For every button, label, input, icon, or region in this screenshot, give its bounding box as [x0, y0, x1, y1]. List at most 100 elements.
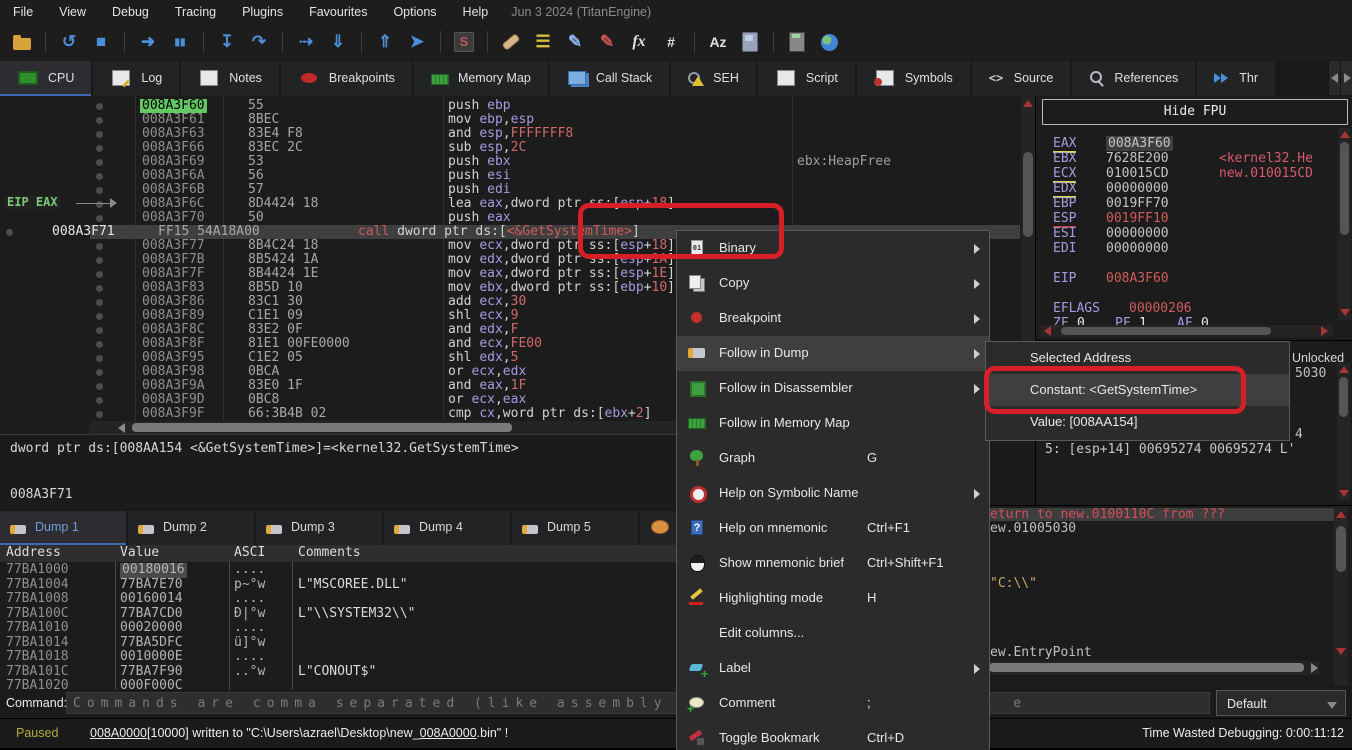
args-vscrollbar[interactable] [1337, 363, 1350, 501]
step-out-icon[interactable]: ⇑ [373, 30, 397, 54]
favourites-icon[interactable]: ☰ [531, 30, 555, 54]
stack-row[interactable]: ew.EntryPoint [986, 646, 1335, 659]
tab-threads[interactable]: Thr [1197, 61, 1275, 96]
registers-vscroll-thumb[interactable] [1340, 142, 1349, 235]
registers-panel[interactable]: Hide FPU EAX008A3F60EBX7628E200<kernel32… [1035, 96, 1352, 340]
hash-icon[interactable]: # [659, 30, 683, 54]
menu-item-follow-in-dump[interactable]: Follow in Dump [677, 336, 989, 371]
stack-vscrollbar[interactable] [1334, 506, 1348, 686]
run-icon[interactable]: ➜ [136, 30, 160, 54]
fx-icon[interactable]: fx [627, 30, 651, 54]
menu-item-edit-columns-[interactable]: Edit columns... [677, 616, 989, 651]
disasm-row[interactable]: 008A3F6383E4 F8and esp,FFFFFFF8 [0, 127, 1020, 141]
tab-scroll-left-button[interactable] [1328, 61, 1340, 95]
disasm-row[interactable]: 008A3F618BECmov ebp,esp [0, 113, 1020, 127]
breakpoint-dot[interactable] [96, 327, 103, 334]
disasm-row[interactable]: 008A3F6055push ebp [0, 99, 1020, 113]
menu-item-help-on-mnemonic[interactable]: ?Help on mnemonicCtrl+F1 [677, 511, 989, 546]
az-text-icon[interactable]: Az [706, 30, 730, 54]
tab-breakpoints[interactable]: Breakpoints [281, 61, 412, 96]
register-row[interactable]: EBP0019FF70 [1036, 196, 1352, 211]
fill-pen-icon[interactable]: ✎ [595, 30, 619, 54]
menu-item-follow-in-memory-map[interactable]: Follow in Memory Map [677, 406, 989, 441]
breakpoint-dot[interactable] [96, 159, 103, 166]
register-row[interactable]: EBX7628E200<kernel32.He [1036, 151, 1352, 166]
dump-tab-dump-3[interactable]: Dump 3 [256, 511, 382, 545]
stack-row[interactable]: ew.01005030 [986, 522, 1335, 535]
step-over-icon[interactable]: ↷ [247, 30, 271, 54]
tab-notes[interactable]: Notes [181, 61, 279, 96]
disasm-row[interactable]: 008A3F6A56push esi [0, 169, 1020, 183]
breakpoint-dot[interactable] [96, 355, 103, 362]
open-folder-icon[interactable] [10, 30, 34, 54]
breakpoint-dot[interactable] [96, 411, 103, 418]
disasm-row[interactable]: 008A3F6953push ebxebx:HeapFree [0, 155, 1020, 169]
tab-references[interactable]: References [1072, 61, 1195, 96]
menubar-item-tracing[interactable]: Tracing [162, 0, 229, 24]
breakpoint-dot[interactable] [96, 243, 103, 250]
breakpoint-dot[interactable] [6, 229, 13, 236]
breakpoint-dot[interactable] [96, 299, 103, 306]
register-row[interactable]: EFLAGS00000206 [1036, 301, 1352, 316]
dump-tab-dump-2[interactable]: Dump 2 [128, 511, 254, 545]
tab-memory-map[interactable]: Memory Map [414, 61, 548, 96]
stack-row[interactable]: "C:\\" [986, 577, 1335, 590]
breakpoint-dot[interactable] [96, 285, 103, 292]
stack-hscroll-thumb[interactable] [989, 663, 1304, 672]
tab-script[interactable]: Script [758, 61, 855, 96]
menubar-item-help[interactable]: Help [450, 0, 502, 24]
breakpoint-dot[interactable] [96, 103, 103, 110]
run-to-user-code-icon[interactable]: ➤ [405, 30, 429, 54]
breakpoint-dot[interactable] [96, 117, 103, 124]
menu-item-label[interactable]: Label [677, 651, 989, 686]
breakpoint-dot[interactable] [96, 271, 103, 278]
tab-log[interactable]: Log [93, 61, 179, 96]
disasm-row[interactable]: 008A3F6C8D4424 18lea eax,dword ptr ss:[e… [0, 197, 1020, 211]
tab-cpu[interactable]: CPU [0, 61, 91, 96]
registers-vscrollbar[interactable] [1338, 128, 1351, 320]
calculator-icon[interactable] [785, 30, 809, 54]
menu-item-graph[interactable]: GraphG [677, 441, 989, 476]
menu-item-breakpoint[interactable]: Breakpoint [677, 301, 989, 336]
register-row[interactable]: ESP0019FF10 [1036, 211, 1352, 226]
args-row[interactable]: 5: [esp+14] 00695274 00695274 L' [1045, 442, 1295, 457]
breakpoint-dot[interactable] [96, 313, 103, 320]
stack-vscroll-thumb[interactable] [1336, 526, 1346, 572]
menubar-item-plugins[interactable]: Plugins [229, 0, 296, 24]
patch-icon[interactable] [499, 30, 523, 54]
stack-hscrollbar[interactable] [989, 661, 1319, 675]
dump-tab-dump-4[interactable]: Dump 4 [384, 511, 510, 545]
dump-tab-dump-1[interactable]: Dump 1 [0, 511, 126, 545]
command-input[interactable] [66, 692, 1210, 714]
disasm-hscroll-thumb[interactable] [132, 423, 512, 432]
breakpoint-dot[interactable] [96, 383, 103, 390]
virtual-keyboard-icon[interactable] [738, 30, 762, 54]
stack-panel[interactable]: eturn to new.0100110C from ???ew.0100503… [985, 505, 1352, 686]
menu-item-help-on-symbolic-name[interactable]: Help on Symbolic Name [677, 476, 989, 511]
breakpoint-dot[interactable] [96, 215, 103, 222]
breakpoint-dot[interactable] [96, 257, 103, 264]
tab-source[interactable]: <>Source [972, 61, 1071, 96]
registers-hscrollbar[interactable] [1041, 325, 1333, 337]
assemble-pen-icon[interactable]: ✎ [563, 30, 587, 54]
breakpoint-dot[interactable] [96, 369, 103, 376]
menu-item-follow-in-disassembler[interactable]: Follow in Disassembler [677, 371, 989, 406]
pause-icon[interactable]: ▮▮ [168, 30, 192, 54]
disasm-row[interactable]: 008A3F6B57push edi [0, 183, 1020, 197]
settings-s-icon[interactable]: S [452, 30, 476, 54]
menubar-item-options[interactable]: Options [380, 0, 449, 24]
register-row[interactable]: EIP008A3F60 [1036, 271, 1352, 286]
globe-icon[interactable] [817, 30, 841, 54]
menubar-item-file[interactable]: File [0, 0, 46, 24]
register-row[interactable]: ESI00000000 [1036, 226, 1352, 241]
menu-item-copy[interactable]: Copy [677, 266, 989, 301]
breakpoint-dot[interactable] [96, 397, 103, 404]
tab-symbols[interactable]: Symbols [857, 61, 970, 96]
disasm-row[interactable]: 008A3F6683EC 2Csub esp,2C [0, 141, 1020, 155]
address-link[interactable]: 008A0000 [420, 726, 477, 740]
menubar-item-favourites[interactable]: Favourites [296, 0, 380, 24]
menu-item-toggle-bookmark[interactable]: Toggle BookmarkCtrl+D [677, 721, 989, 750]
menubar-item-view[interactable]: View [46, 0, 99, 24]
animate-into-icon[interactable]: ⇢ [294, 30, 318, 54]
restart-icon[interactable]: ↺ [57, 30, 81, 54]
